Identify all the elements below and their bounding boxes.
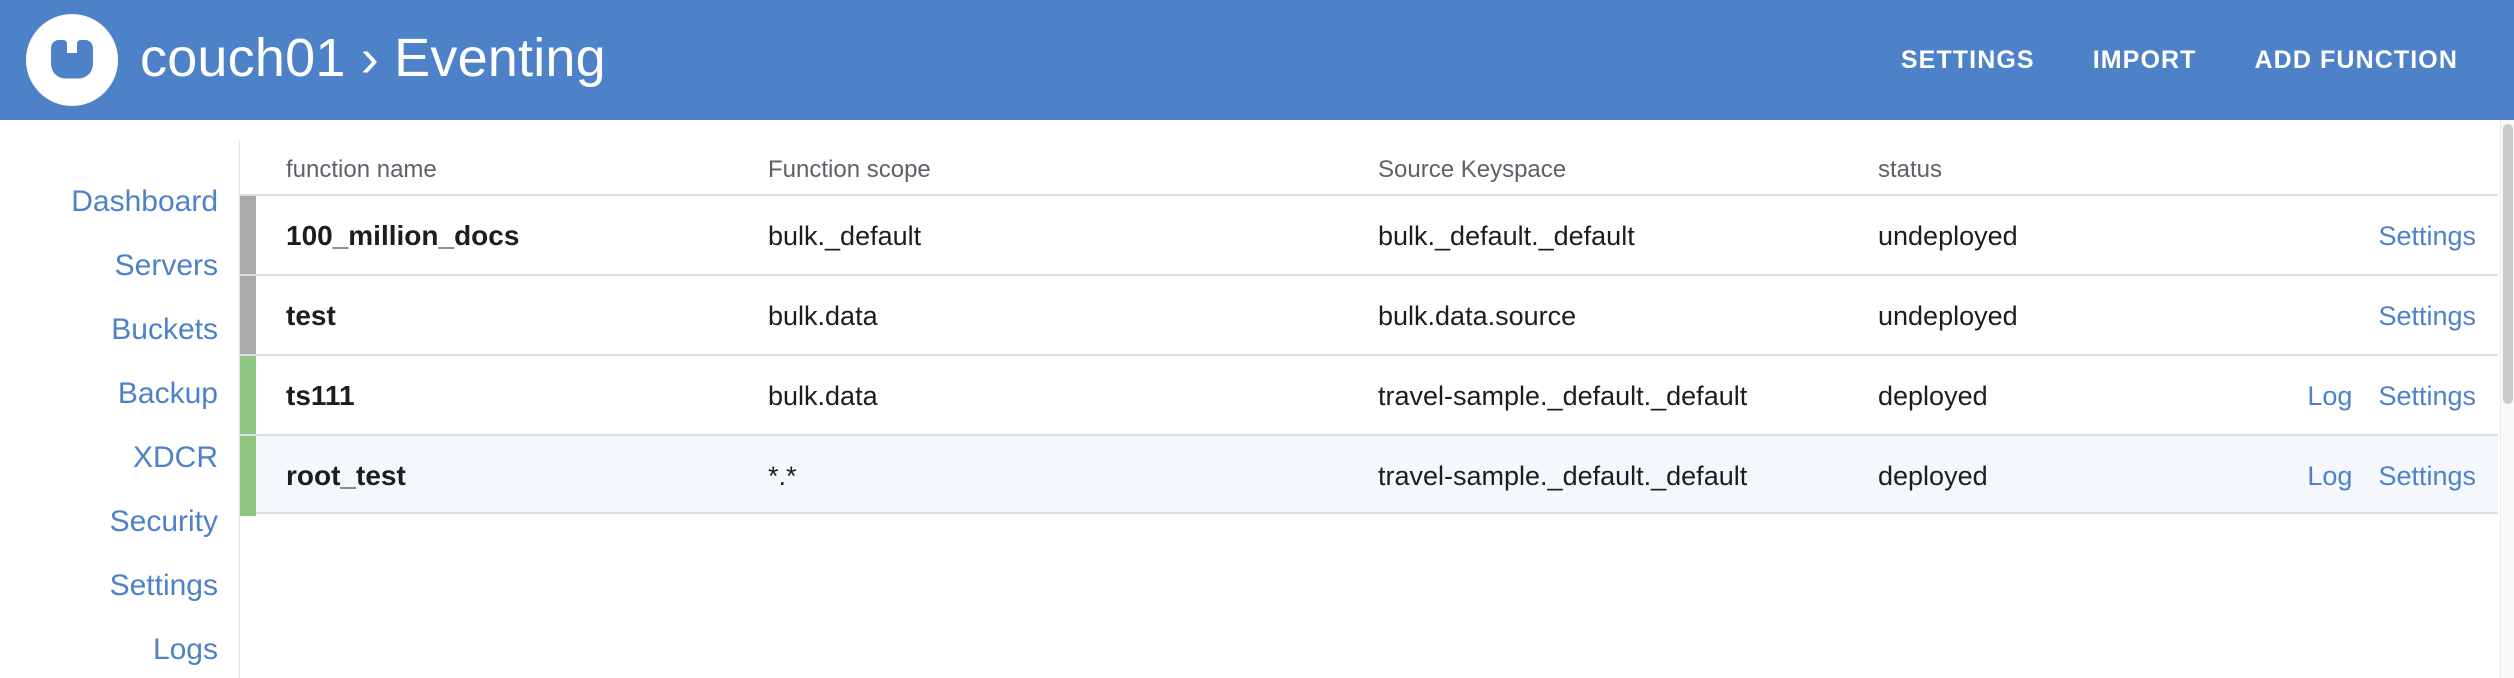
row-settings-link[interactable]: Settings bbox=[2378, 301, 2476, 332]
brand: couch01 › Eventing bbox=[26, 14, 606, 106]
cell-function-name: 100_million_docs bbox=[256, 220, 766, 252]
cell-function-name: root_test bbox=[256, 460, 766, 492]
header-nav-add-function[interactable]: ADD FUNCTION bbox=[2255, 46, 2458, 75]
table-row[interactable]: 100_million_docs bulk._default bulk._def… bbox=[240, 194, 2498, 274]
header-nav-import[interactable]: IMPORT bbox=[2093, 46, 2197, 75]
cell-source-keyspace: bulk._default._default bbox=[1376, 221, 1876, 252]
cell-source-keyspace: travel-sample._default._default bbox=[1376, 381, 1876, 412]
table-header-row: function name Function scope Source Keys… bbox=[240, 120, 2498, 194]
row-status-indicator-icon bbox=[240, 436, 256, 516]
sidebar-item-xdcr[interactable]: XDCR bbox=[133, 438, 240, 478]
row-actions: Settings bbox=[2186, 301, 2498, 332]
page-title: couch01 › Eventing bbox=[140, 31, 606, 89]
row-settings-link[interactable]: Settings bbox=[2378, 381, 2476, 412]
row-log-link[interactable]: Log bbox=[2307, 381, 2352, 412]
page-scrollbar-thumb[interactable] bbox=[2503, 124, 2513, 404]
cell-status: undeployed bbox=[1876, 221, 2186, 252]
row-status-indicator-icon bbox=[240, 356, 256, 436]
sidebar-item-logs[interactable]: Logs bbox=[153, 630, 240, 670]
row-settings-link[interactable]: Settings bbox=[2378, 221, 2476, 252]
sidebar-item-buckets[interactable]: Buckets bbox=[111, 310, 240, 350]
cell-status: undeployed bbox=[1876, 301, 2186, 332]
cell-status: deployed bbox=[1876, 381, 2186, 412]
eventing-page: couch01 › Eventing SETTINGS IMPORT ADD F… bbox=[0, 0, 2514, 678]
cell-source-keyspace: travel-sample._default._default bbox=[1376, 461, 1876, 492]
cell-function-name: ts111 bbox=[256, 380, 766, 412]
cell-function-scope: *.* bbox=[766, 461, 1376, 492]
table-row[interactable]: test bulk.data bulk.data.source undeploy… bbox=[240, 274, 2498, 354]
row-status-indicator-icon bbox=[240, 276, 256, 356]
header-nav-settings[interactable]: SETTINGS bbox=[1901, 46, 2035, 75]
column-header-function-name: function name bbox=[256, 156, 766, 184]
cell-source-keyspace: bulk.data.source bbox=[1376, 301, 1876, 332]
table-body: 100_million_docs bulk._default bulk._def… bbox=[240, 194, 2498, 514]
row-actions: Log Settings bbox=[2186, 381, 2498, 412]
sidebar: Dashboard Servers Buckets Backup XDCR Se… bbox=[0, 120, 240, 678]
couchbase-logo-icon bbox=[26, 14, 118, 106]
sidebar-item-dashboard[interactable]: Dashboard bbox=[71, 182, 240, 222]
sidebar-item-security[interactable]: Security bbox=[110, 502, 240, 542]
column-header-source-keyspace: Source Keyspace bbox=[1376, 156, 1876, 184]
row-status-indicator-icon bbox=[240, 196, 256, 276]
row-settings-link[interactable]: Settings bbox=[2378, 461, 2476, 492]
sidebar-item-settings[interactable]: Settings bbox=[110, 566, 240, 606]
cell-function-scope: bulk.data bbox=[766, 301, 1376, 332]
app-header: couch01 › Eventing SETTINGS IMPORT ADD F… bbox=[0, 0, 2514, 120]
page-scrollbar[interactable] bbox=[2500, 120, 2514, 678]
cell-function-name: test bbox=[256, 300, 766, 332]
sidebar-item-backup[interactable]: Backup bbox=[118, 374, 240, 414]
sidebar-item-servers[interactable]: Servers bbox=[115, 246, 240, 286]
eventing-functions-table: function name Function scope Source Keys… bbox=[240, 120, 2498, 514]
column-header-function-scope: Function scope bbox=[766, 156, 1376, 184]
header-nav: SETTINGS IMPORT ADD FUNCTION bbox=[1901, 46, 2466, 75]
row-actions: Log Settings bbox=[2186, 461, 2498, 492]
cell-function-scope: bulk._default bbox=[766, 221, 1376, 252]
row-actions: Settings bbox=[2186, 221, 2498, 252]
cell-function-scope: bulk.data bbox=[766, 381, 1376, 412]
row-log-link[interactable]: Log bbox=[2307, 461, 2352, 492]
main-content: function name Function scope Source Keys… bbox=[240, 120, 2514, 678]
cell-status: deployed bbox=[1876, 461, 2186, 492]
column-header-status: status bbox=[1876, 156, 2186, 184]
table-row[interactable]: ts111 bulk.data travel-sample._default._… bbox=[240, 354, 2498, 434]
table-row[interactable]: root_test *.* travel-sample._default._de… bbox=[240, 434, 2498, 514]
